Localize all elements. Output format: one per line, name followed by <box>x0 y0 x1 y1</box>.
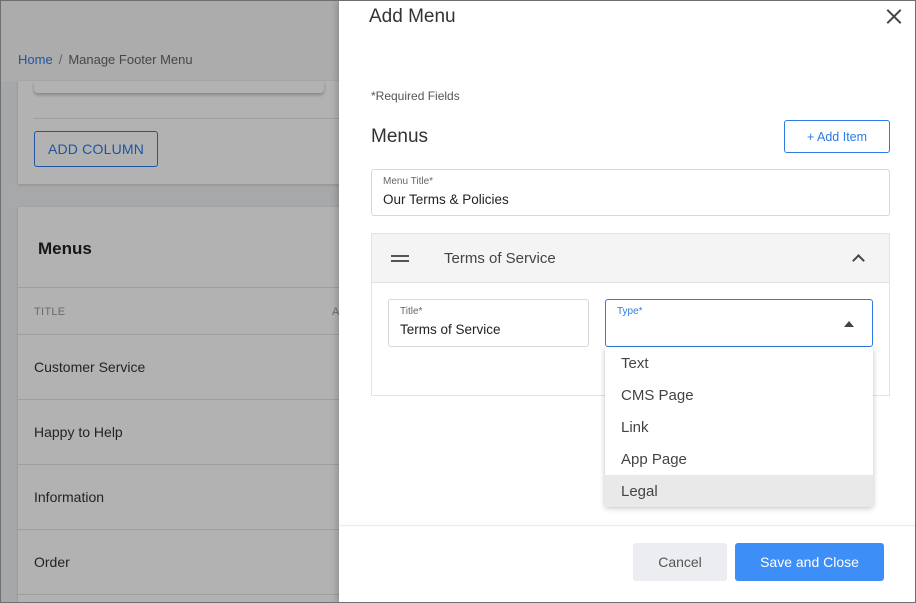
add-item-button[interactable]: + Add Item <box>784 120 890 153</box>
type-option-highlighted[interactable]: Legal <box>605 475 873 507</box>
type-option[interactable]: App Page <box>605 443 873 475</box>
add-menu-drawer: Add Menu *Required Fields Menus + Add It… <box>339 1 915 602</box>
cancel-button[interactable]: Cancel <box>633 543 727 581</box>
menu-item-header-title: Terms of Service <box>444 250 556 267</box>
menus-section-title: Menus <box>371 126 429 147</box>
modal-overlay[interactable] <box>1 1 341 602</box>
app-window: Home / Manage Footer Menu ADD COLUMN Menus… <box>0 0 916 603</box>
required-fields-note: *Required Fields <box>371 89 460 103</box>
item-title-value[interactable]: Terms of Service <box>400 322 501 337</box>
footer-divider <box>339 525 915 526</box>
chevron-up-icon[interactable] <box>852 253 864 265</box>
type-dropdown-menu: Text CMS Page Link App Page Legal <box>605 347 873 507</box>
type-option[interactable]: Text <box>605 347 873 379</box>
close-icon[interactable] <box>883 6 905 28</box>
menu-item-header[interactable]: Terms of Service <box>372 234 889 283</box>
drawer-title: Add Menu <box>369 6 456 27</box>
type-label: Type* <box>617 306 643 317</box>
item-title-field[interactable]: Title* Terms of Service <box>388 299 589 347</box>
item-title-label: Title* <box>400 306 423 317</box>
type-option[interactable]: CMS Page <box>605 379 873 411</box>
menu-title-value[interactable]: Our Terms & Policies <box>383 192 509 207</box>
type-select[interactable]: Type* <box>605 299 873 347</box>
save-and-close-button[interactable]: Save and Close <box>735 543 884 581</box>
menu-title-label: Menu Title* <box>383 176 434 187</box>
drag-handle-icon[interactable] <box>391 255 409 262</box>
menu-title-field[interactable]: Menu Title* Our Terms & Policies <box>371 169 890 216</box>
caret-up-icon[interactable] <box>844 321 854 327</box>
type-option[interactable]: Link <box>605 411 873 443</box>
